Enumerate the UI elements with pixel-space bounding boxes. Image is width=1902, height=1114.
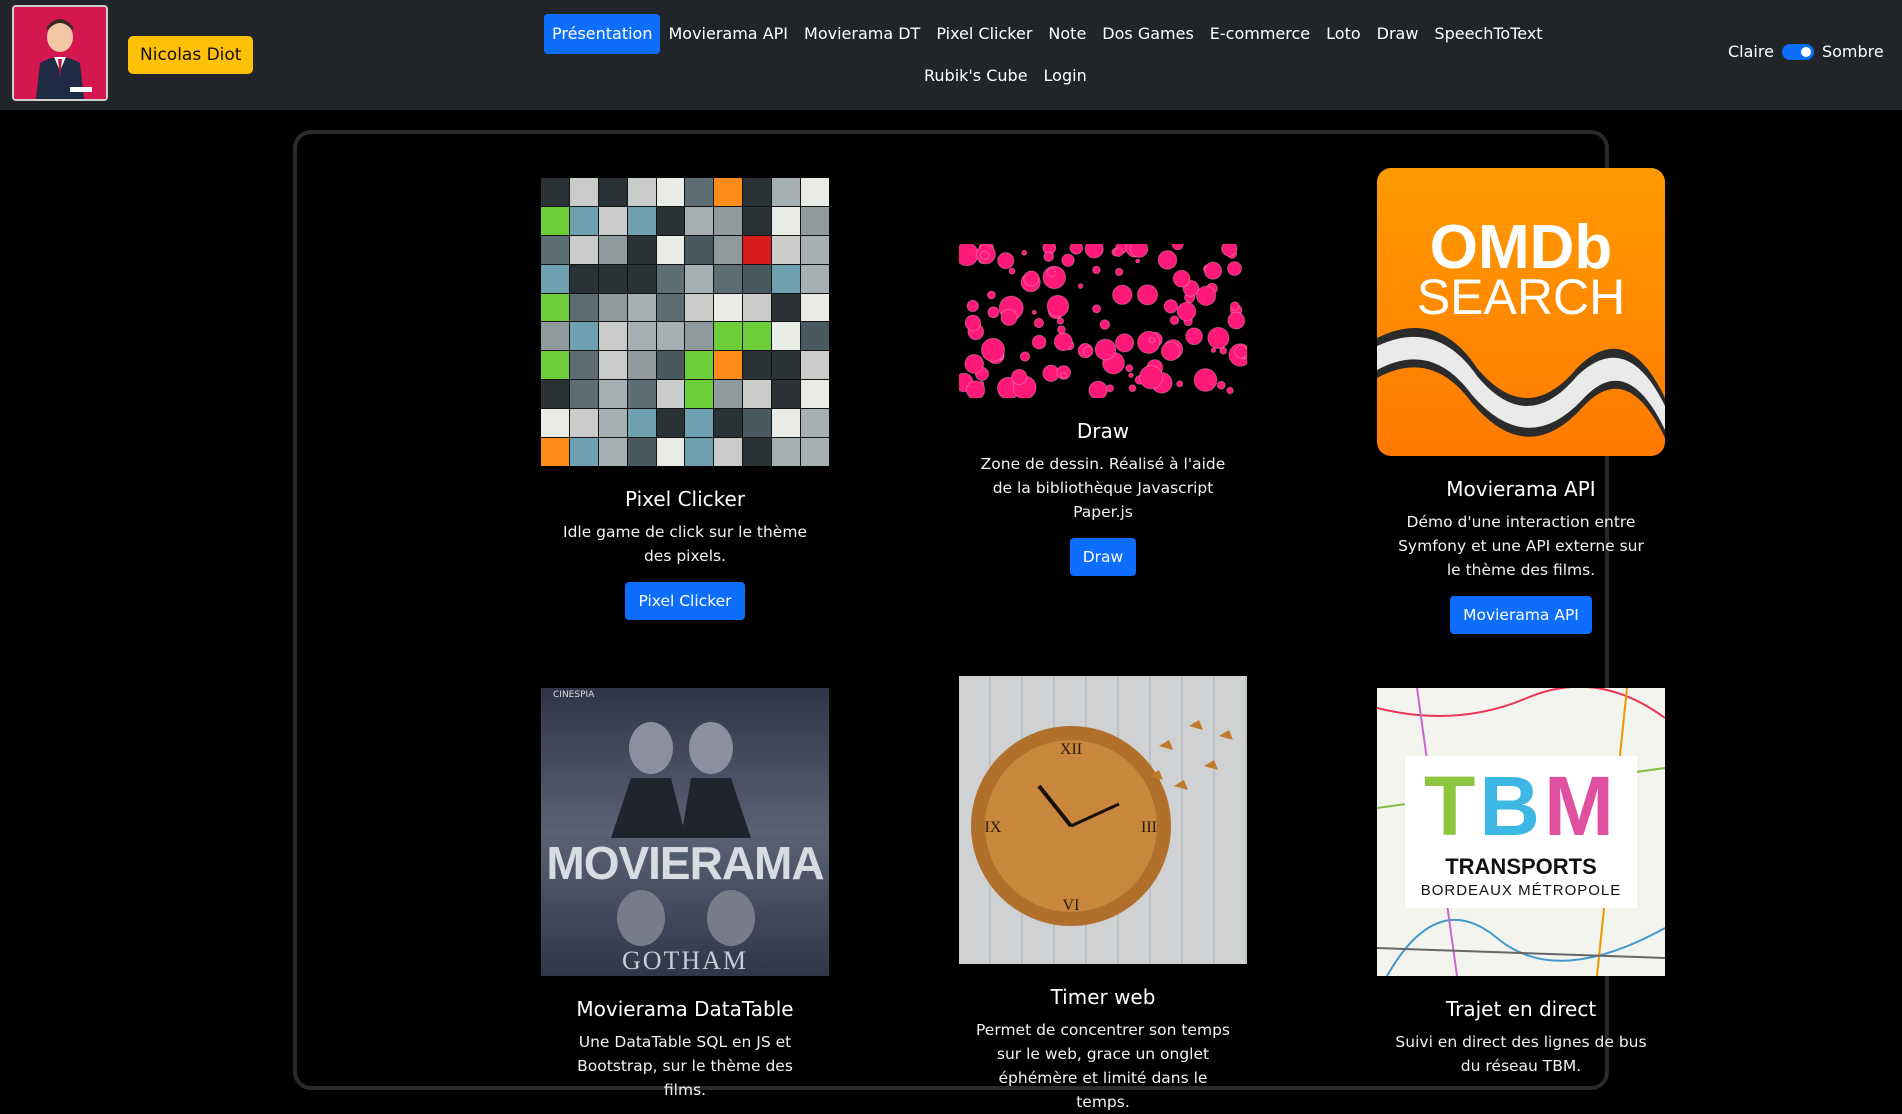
- nav-row-primary: Présentation Movierama API Movierama DT …: [544, 14, 1551, 54]
- card-timer-web: XII VI IX III Timer web Permet de concentr…: [953, 676, 1253, 1114]
- card-description: Idle game de click sur le thème des pixe…: [563, 523, 807, 565]
- svg-text:III: III: [1141, 819, 1157, 836]
- theme-dark-label: Sombre: [1821, 42, 1884, 61]
- card-description: Permet de concentrer son temps sur le we…: [976, 1021, 1230, 1111]
- card-trajet-en-direct: TBM TRANSPORTS BORDEAUX MÉTROPOLE Trajet…: [1371, 688, 1671, 1078]
- nav-movierama-api[interactable]: Movierama API: [660, 14, 796, 54]
- pixel-clicker-button[interactable]: Pixel Clicker: [625, 582, 745, 620]
- card-title: Draw: [1076, 419, 1130, 443]
- card-pixel-clicker: Pixel Clicker Idle game de click sur le …: [535, 178, 835, 620]
- nav-row-secondary: Rubik's Cube Login: [916, 56, 1095, 96]
- card-title: Movierama API: [1446, 477, 1596, 501]
- clock-image: XII VI IX III: [959, 676, 1247, 964]
- poster-subtitle: GOTHAM: [621, 946, 749, 975]
- poster-title: MOVIERAMA: [546, 837, 824, 889]
- nav-dos-games[interactable]: Dos Games: [1094, 14, 1202, 54]
- card-movierama-datatable: CINESPIA MOVIERAMA GOTHAM Movierama Data…: [535, 688, 835, 1102]
- nav-pixel-clicker[interactable]: Pixel Clicker: [928, 14, 1040, 54]
- nav-e-commerce[interactable]: E-commerce: [1202, 14, 1318, 54]
- card-title: Movierama DataTable: [576, 997, 794, 1021]
- svg-text:VI: VI: [1063, 897, 1080, 914]
- theme-switch: Claire Sombre: [1728, 42, 1884, 61]
- card-description: Suivi en direct des lignes de bus du rés…: [1395, 1033, 1647, 1075]
- theme-light-label: Claire: [1728, 42, 1774, 61]
- projects-container: Pixel Clicker Idle game de click sur le …: [293, 130, 1665, 1111]
- draw-image: [959, 244, 1247, 398]
- nav-presentation[interactable]: Présentation: [544, 14, 661, 54]
- card-title: Timer web: [1050, 985, 1156, 1009]
- movierama-poster-image: CINESPIA MOVIERAMA GOTHAM: [541, 688, 829, 976]
- svg-text:IX: IX: [985, 819, 1002, 836]
- nav-draw[interactable]: Draw: [1369, 14, 1427, 54]
- tbm-tagline: TRANSPORTS: [1445, 854, 1597, 879]
- card-draw: Draw Zone de dessin. Réalisé à l'aide de…: [953, 244, 1253, 576]
- brand-button[interactable]: Nicolas Diot: [128, 36, 254, 74]
- nav-loto[interactable]: Loto: [1318, 14, 1368, 54]
- draw-button[interactable]: Draw: [1069, 538, 1137, 576]
- nav-movierama-dt[interactable]: Movierama DT: [796, 14, 928, 54]
- nav-note[interactable]: Note: [1040, 14, 1094, 54]
- tbm-logo-text: TBM: [1424, 759, 1618, 853]
- omdb-image: OMDb SEARCH: [1377, 168, 1665, 456]
- tbm-image: TBM TRANSPORTS BORDEAUX MÉTROPOLE: [1377, 688, 1665, 976]
- card-title: Pixel Clicker: [624, 487, 746, 511]
- pixel-clicker-image: [541, 178, 829, 466]
- tbm-subtagline: BORDEAUX MÉTROPOLE: [1420, 882, 1622, 899]
- card-title: Trajet en direct: [1445, 997, 1597, 1021]
- nav-rubiks-cube[interactable]: Rubik's Cube: [916, 56, 1036, 96]
- theme-toggle[interactable]: [1781, 43, 1814, 60]
- avatar[interactable]: [12, 5, 108, 101]
- svg-text:XII: XII: [1060, 741, 1082, 758]
- movierama-api-button[interactable]: Movierama API: [1450, 596, 1592, 634]
- nav-login[interactable]: Login: [1036, 56, 1095, 96]
- card-description: Zone de dessin. Réalisé à l'aide de la b…: [980, 455, 1226, 521]
- top-navbar: Nicolas Diot Présentation Movierama API …: [0, 0, 1902, 110]
- card-description: Une DataTable SQL en JS et Bootstrap, su…: [577, 1033, 793, 1099]
- nav-speech-to-text[interactable]: SpeechToText: [1426, 14, 1550, 54]
- card-movierama-api: OMDb SEARCH Movierama API Démo d'une int…: [1371, 168, 1671, 634]
- card-description: Démo d'une interaction entre Symfony et …: [1398, 513, 1644, 579]
